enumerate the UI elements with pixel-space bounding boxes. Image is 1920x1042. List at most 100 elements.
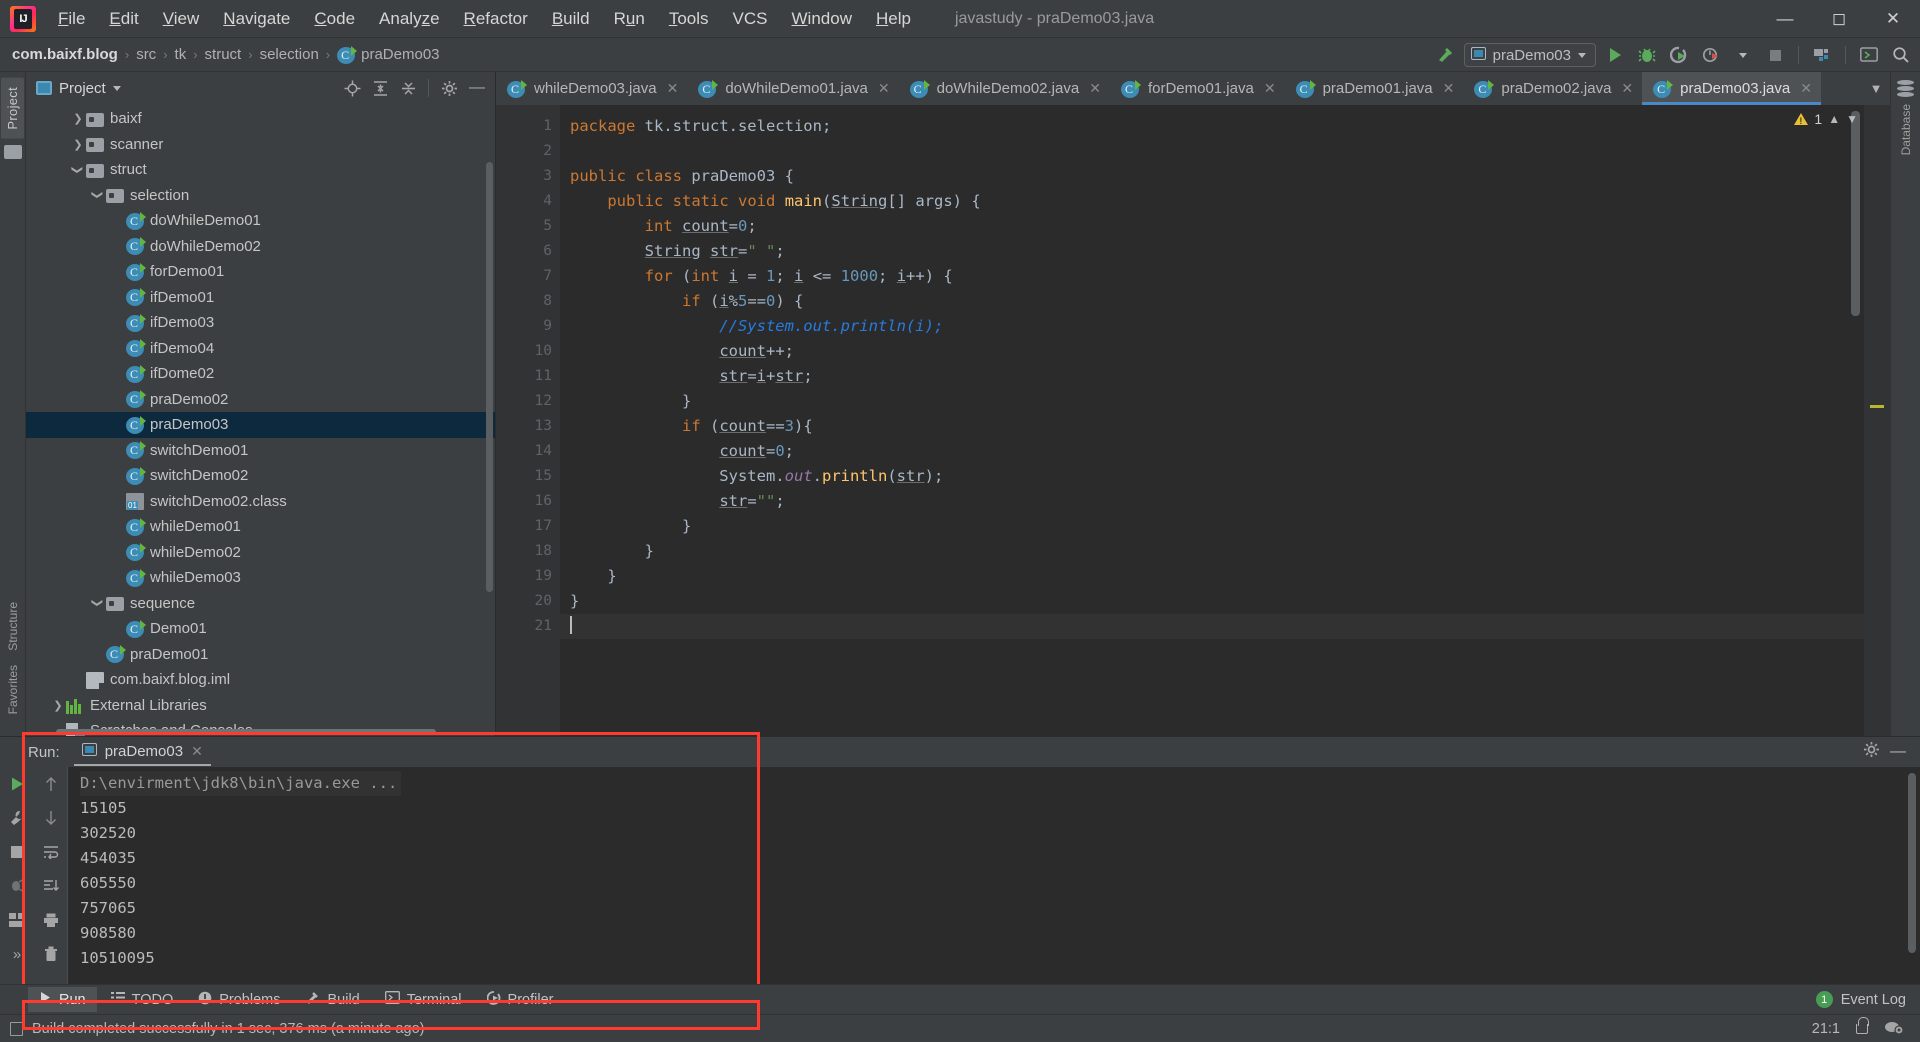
gutter-line-6[interactable]: 6: [496, 239, 560, 264]
breadcrumb-item-praDemo03[interactable]: praDemo03: [337, 45, 440, 64]
next-problem-icon[interactable]: ▼: [1846, 112, 1858, 126]
close-icon[interactable]: ✕: [1800, 80, 1812, 97]
editor-gutter[interactable]: 1234−567−8−9101112−13−14151617−18−19−202…: [496, 105, 592, 736]
code-line-8[interactable]: if (i%5==0) {: [560, 289, 1864, 314]
inspection-widget[interactable]: 1 ▲ ▼: [1794, 111, 1858, 127]
code-line-14[interactable]: count=0;: [560, 439, 1864, 464]
event-log-widget[interactable]: 1 Event Log: [1815, 991, 1920, 1008]
project-tree-horizontal-scrollbar[interactable]: [26, 727, 495, 736]
code-line-3[interactable]: public class praDemo03 {: [560, 164, 1864, 189]
chevron-down-icon[interactable]: ❯: [90, 187, 106, 203]
project-tree-vertical-scrollbar[interactable]: [486, 162, 493, 592]
tree-item-selection[interactable]: ❯ selection: [26, 183, 495, 209]
console-output[interactable]: D:\envirment\jdk8\bin\java.exe ... 15105 3…: [68, 767, 1920, 984]
code-line-2[interactable]: [560, 139, 1864, 164]
chevron-down-icon[interactable]: ▼: [1862, 81, 1890, 96]
gutter-line-1[interactable]: 1: [496, 114, 560, 139]
gutter-line-5[interactable]: 5: [496, 214, 560, 239]
profile-dropdown-chevron-icon[interactable]: [1730, 42, 1756, 68]
menu-view[interactable]: View: [151, 5, 212, 33]
code-line-16[interactable]: str="";: [560, 489, 1864, 514]
rerun-icon[interactable]: [6, 773, 28, 795]
settings-cloud-icon[interactable]: [1884, 1019, 1904, 1039]
gutter-line-13[interactable]: 13−: [496, 414, 592, 439]
menu-navigate[interactable]: Navigate: [211, 5, 302, 33]
tool-tab-problems[interactable]: Problems: [187, 987, 291, 1013]
tree-item-whiledemo03[interactable]: whileDemo03: [26, 565, 495, 591]
menu-window[interactable]: Window: [780, 5, 864, 33]
rail-tab-favorites[interactable]: Favorites: [6, 665, 20, 714]
code-line-21[interactable]: [560, 614, 1864, 639]
rail-tab-database[interactable]: Database: [1899, 104, 1913, 155]
settings-gear-icon[interactable]: [437, 76, 461, 100]
search-everywhere-icon[interactable]: [1888, 42, 1914, 68]
settings-wrench-icon[interactable]: [6, 807, 28, 829]
editor-tab-doWhileDemo02-java[interactable]: doWhileDemo02.java ✕: [899, 72, 1110, 105]
code-line-19[interactable]: }: [560, 564, 1864, 589]
close-icon[interactable]: ✕: [1621, 80, 1633, 97]
build-hammer-icon[interactable]: [1432, 42, 1458, 68]
breadcrumb-item-struct[interactable]: struct: [205, 46, 242, 63]
code-line-12[interactable]: }: [560, 389, 1864, 414]
breadcrumb-item-tk[interactable]: tk: [175, 46, 187, 63]
scroll-down-icon[interactable]: [40, 807, 62, 829]
maximize-button[interactable]: ◻: [1812, 0, 1866, 38]
code-line-5[interactable]: int count=0;: [560, 214, 1864, 239]
caret-position[interactable]: 21:1: [1812, 1021, 1840, 1037]
gutter-line-4[interactable]: 4−: [496, 189, 592, 214]
gutter-line-2[interactable]: 2: [496, 139, 560, 164]
menu-tools[interactable]: Tools: [657, 5, 721, 33]
menu-build[interactable]: Build: [540, 5, 602, 33]
close-icon[interactable]: ✕: [1443, 80, 1455, 97]
run-icon[interactable]: [1602, 42, 1628, 68]
gutter-line-7[interactable]: 7−: [496, 264, 592, 289]
terminal-icon[interactable]: [1856, 42, 1882, 68]
gutter-line-8[interactable]: 8−: [496, 289, 592, 314]
hide-icon[interactable]: —: [1890, 743, 1906, 761]
code-line-11[interactable]: str=i+str;: [560, 364, 1864, 389]
minimize-button[interactable]: —: [1758, 0, 1812, 38]
close-icon[interactable]: ✕: [667, 80, 679, 97]
editor-tab-doWhileDemo01-java[interactable]: doWhileDemo01.java ✕: [687, 72, 898, 105]
gutter-line-9[interactable]: 9: [496, 314, 560, 339]
layout-icon[interactable]: [6, 909, 28, 931]
menu-help[interactable]: Help: [864, 5, 923, 33]
tree-item-external-libraries[interactable]: ❯ External Libraries: [26, 693, 495, 719]
tree-item-scanner[interactable]: ❯ scanner: [26, 132, 495, 158]
tree-item-ifdemo01[interactable]: ifDemo01: [26, 285, 495, 311]
run-configuration-selector[interactable]: praDemo03: [1463, 43, 1596, 67]
tree-item-ifdemo03[interactable]: ifDemo03: [26, 310, 495, 336]
scroll-to-end-icon[interactable]: [40, 875, 62, 897]
gutter-line-18[interactable]: 18−: [496, 539, 592, 564]
tree-item-prademo02[interactable]: praDemo02: [26, 387, 495, 413]
hide-icon[interactable]: —: [465, 76, 489, 100]
gutter-line-15[interactable]: 15: [496, 464, 560, 489]
close-icon[interactable]: ✕: [1264, 80, 1276, 97]
project-structure-icon[interactable]: [1809, 42, 1835, 68]
tree-item-prademo01[interactable]: praDemo01: [26, 642, 495, 668]
chevron-right-icon[interactable]: ❯: [70, 111, 86, 127]
tool-tab-run[interactable]: Run: [28, 987, 97, 1012]
editor-tab-praDemo03-java[interactable]: praDemo03.java ✕: [1642, 72, 1821, 105]
run-panel-tab[interactable]: praDemo03 ✕: [73, 739, 211, 766]
code-line-13[interactable]: if (count==3){: [560, 414, 1864, 439]
breadcrumb-item-com-baixf-blog[interactable]: com.baixf.blog: [12, 46, 118, 63]
tool-tab-terminal[interactable]: Terminal: [374, 987, 473, 1012]
menu-vcs[interactable]: VCS: [721, 5, 780, 33]
gutter-line-12[interactable]: 12−: [496, 389, 592, 414]
chevron-down-icon[interactable]: ❯: [90, 595, 106, 611]
gutter-line-14[interactable]: 14: [496, 439, 560, 464]
run-coverage-icon[interactable]: [1666, 42, 1692, 68]
profile-icon[interactable]: [1698, 42, 1724, 68]
editor-tab-praDemo02-java[interactable]: praDemo02.java ✕: [1463, 72, 1642, 105]
editor-tab-praDemo01-java[interactable]: praDemo01.java ✕: [1285, 72, 1464, 105]
breadcrumb-item-selection[interactable]: selection: [260, 46, 319, 63]
editor-marker-strip[interactable]: [1864, 105, 1890, 736]
console-vertical-scrollbar[interactable]: [1908, 773, 1916, 953]
menu-refactor[interactable]: Refactor: [452, 5, 540, 33]
gutter-line-17[interactable]: 17−: [496, 514, 592, 539]
gutter-line-11[interactable]: 11: [496, 364, 560, 389]
tool-tab-build[interactable]: Build: [294, 986, 370, 1013]
collapse-all-icon[interactable]: [396, 76, 420, 100]
code-line-18[interactable]: }: [560, 539, 1864, 564]
